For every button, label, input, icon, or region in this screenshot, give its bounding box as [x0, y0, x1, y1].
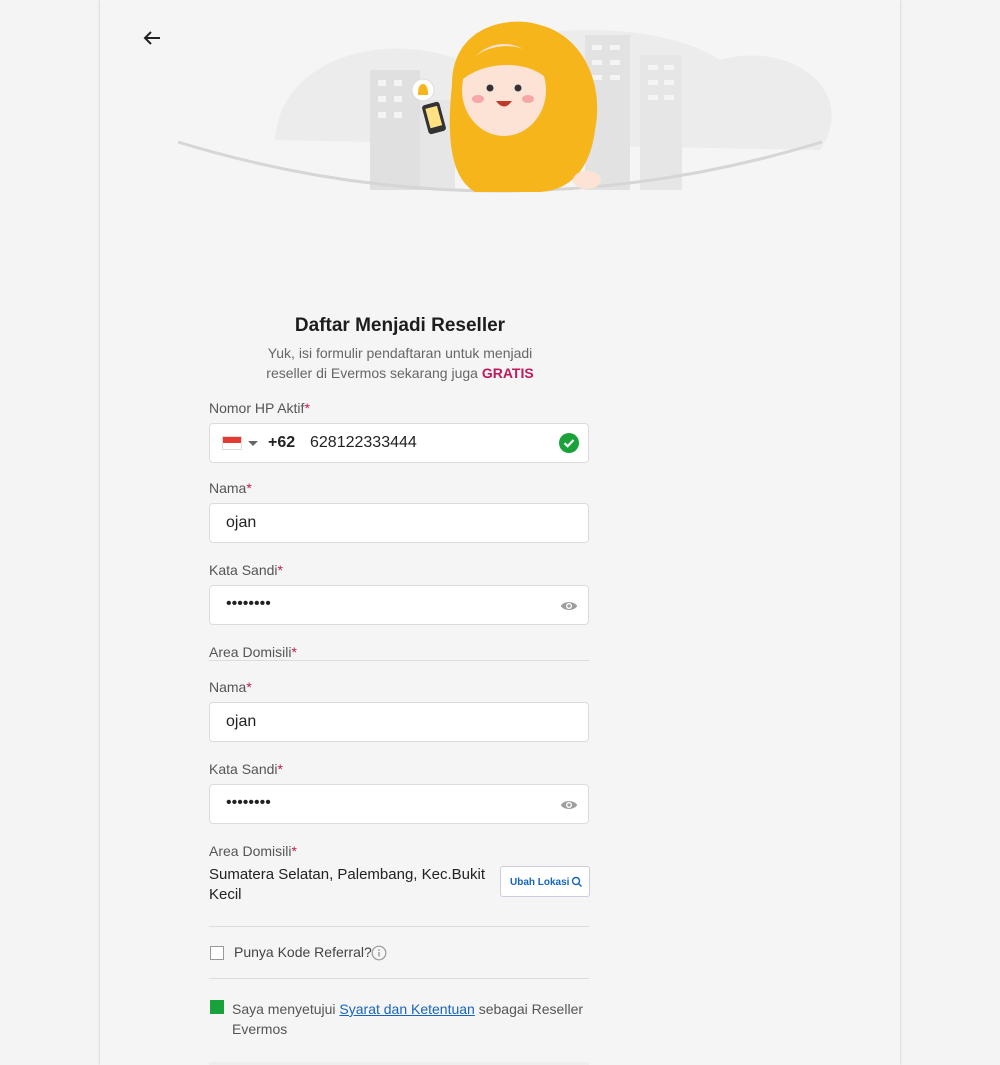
phone-field[interactable]: +62 628122333444 — [209, 423, 589, 463]
name-label-2-text: Nama — [209, 679, 247, 695]
name-input[interactable]: ojan — [226, 514, 256, 532]
name-field[interactable]: ojan — [209, 503, 589, 543]
phone-label: Nomor HP Aktif* — [209, 400, 310, 416]
subtitle-line-2: reseller di Evermos sekarang juga — [266, 365, 478, 381]
name-field-2[interactable]: ojan — [209, 702, 589, 742]
chevron-down-icon[interactable] — [248, 441, 258, 446]
back-button[interactable] — [140, 26, 164, 50]
info-icon[interactable] — [371, 945, 387, 961]
change-location-label: Ubah Lokasi — [510, 877, 570, 888]
password-field-2[interactable]: •••••••• — [209, 784, 589, 824]
subtitle-line-1: Yuk, isi formulir pendaftaran untuk menj… — [267, 345, 533, 361]
page-title: Daftar Menjadi Reseller — [294, 315, 506, 336]
subtitle-highlight: GRATIS — [481, 365, 534, 381]
agreement-top-divider — [209, 978, 589, 979]
area-divider — [209, 660, 589, 661]
country-code: +62 — [268, 434, 296, 451]
referral-checkbox[interactable] — [210, 946, 224, 960]
agreement-text-after: sebagai Reseller — [478, 1001, 584, 1017]
phone-input[interactable]: 628122333444 — [310, 434, 417, 452]
page-subtitle: Yuk, isi formulir pendaftaran untuk menj… — [100, 343, 700, 383]
area-value-line-1: Sumatera Selatan, Palembang, Kec.Bukit — [209, 866, 485, 883]
indonesia-flag-icon[interactable] — [222, 436, 242, 450]
password-label: Kata Sandi* — [209, 562, 283, 578]
area-label-2-text: Area Domisili — [209, 843, 292, 859]
agreement-checkbox[interactable] — [210, 1000, 224, 1014]
referral-label: Punya Kode Referral? — [234, 944, 372, 960]
name-label-2: Nama* — [209, 679, 252, 695]
area-label-2: Area Domisili* — [209, 843, 297, 859]
password-label-2: Kata Sandi* — [209, 761, 283, 777]
search-icon — [571, 876, 582, 887]
area-label: Area Domisili* — [209, 644, 297, 660]
password-label-2-text: Kata Sandi — [209, 761, 278, 777]
change-location-button[interactable]: Ubah Lokasi — [500, 866, 590, 897]
name-label: Nama* — [209, 480, 252, 496]
agreement-text: Saya menyetujui Syarat dan Ketentuan seb… — [232, 999, 602, 1039]
arrow-left-icon — [143, 31, 160, 45]
area-value-line-2: Kecil — [209, 886, 242, 903]
referral-top-divider — [209, 926, 589, 927]
phone-label-text: Nomor HP Aktif — [209, 400, 305, 416]
eye-icon[interactable] — [560, 597, 578, 615]
check-circle-icon — [559, 433, 579, 453]
password-field[interactable]: •••••••• — [209, 585, 589, 625]
eye-icon[interactable] — [560, 796, 578, 814]
name-input-2[interactable]: ojan — [226, 713, 256, 731]
name-label-text: Nama — [209, 480, 247, 496]
password-input[interactable]: •••••••• — [226, 595, 271, 613]
hero-illustration — [177, 21, 832, 193]
agreement-text-line-2: Evermos — [232, 1021, 288, 1037]
area-label-text: Area Domisili — [209, 644, 292, 660]
password-label-text: Kata Sandi — [209, 562, 278, 578]
area-value: Sumatera Selatan, Palembang, Kec.Bukit K… — [209, 865, 494, 905]
terms-link[interactable]: Syarat dan Ketentuan — [339, 1001, 474, 1017]
password-input-2[interactable]: •••••••• — [226, 794, 271, 812]
agreement-text-before: Saya menyetujui — [232, 1001, 336, 1017]
